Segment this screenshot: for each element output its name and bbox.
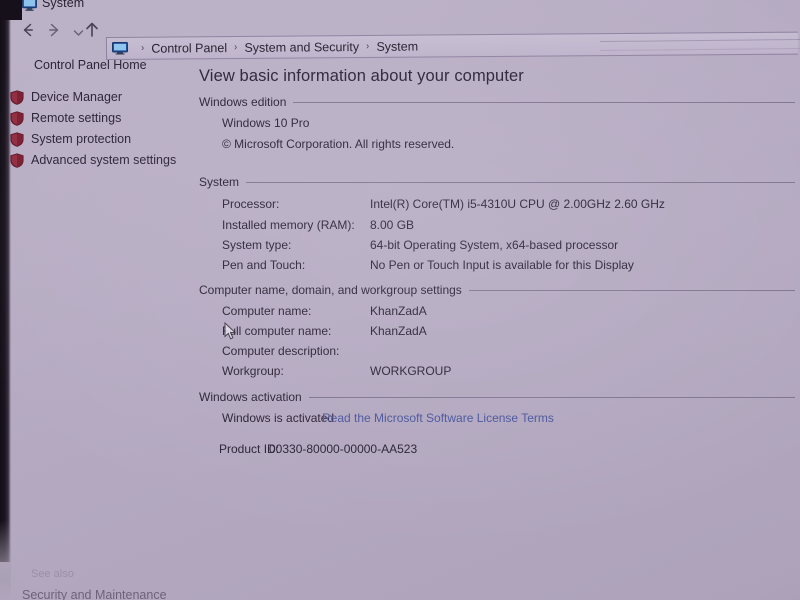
breadcrumb-item-system-and-security[interactable]: System and Security — [243, 40, 360, 55]
arrow-right-icon — [49, 23, 59, 37]
section-heading-label: Computer name, domain, and workgroup set… — [199, 283, 462, 297]
see-also-item-security-and-maintenance[interactable]: Security and Maintenance — [22, 588, 167, 600]
windows-edition-copyright: © Microsoft Corporation. All rights rese… — [222, 137, 455, 151]
forward-button[interactable] — [44, 21, 64, 41]
license-terms-link[interactable]: Read the Microsoft Software License Term… — [322, 411, 554, 425]
sidebar-item-label: Device Manager — [31, 90, 123, 104]
see-also-heading: See also — [31, 568, 74, 580]
product-id-value: 00330-80000-00000-AA523 — [269, 442, 418, 456]
page-title: View basic information about your comput… — [199, 67, 524, 85]
row-label: Full computer name: — [222, 324, 332, 338]
row-label: System type: — [222, 238, 292, 252]
sidebar-item-control-panel-home[interactable]: Control Panel Home — [34, 58, 147, 72]
section-rule — [468, 289, 795, 291]
arrow-up-icon — [86, 22, 98, 37]
row-value: KhanZadA — [370, 304, 427, 318]
breadcrumb-separator: › — [141, 42, 145, 54]
row-label: Installed memory (RAM): — [222, 218, 355, 232]
monitor-icon — [22, 0, 37, 11]
row-value: No Pen or Touch Input is available for t… — [370, 258, 634, 272]
system-control-panel-window: System › Control Panel › System and Secu… — [0, 0, 800, 600]
mouse-cursor — [224, 322, 237, 340]
section-heading-computer-name: Computer name, domain, and workgroup set… — [199, 283, 795, 297]
row-value: KhanZadA — [370, 324, 427, 338]
section-rule — [246, 181, 795, 183]
sidebar-item-device-manager[interactable]: Device Manager — [10, 87, 122, 107]
sidebar-item-system-protection[interactable]: System protection — [10, 129, 131, 149]
sidebar-item-label: System protection — [31, 132, 132, 146]
bezel-corner — [0, 0, 22, 20]
sidebar-item-label: Advanced system settings — [31, 153, 177, 167]
sidebar-item-label: Remote settings — [31, 111, 122, 125]
title-bar: System — [0, 0, 800, 16]
row-value: 64-bit Operating System, x64-based proce… — [370, 238, 619, 252]
windows-edition-name: Windows 10 Pro — [222, 116, 310, 130]
section-heading-windows-activation: Windows activation — [199, 390, 795, 404]
up-button[interactable] — [82, 20, 102, 40]
breadcrumb-item-control-panel[interactable]: Control Panel — [150, 41, 228, 56]
sidebar-item-remote-settings[interactable]: Remote settings — [10, 108, 121, 128]
section-rule — [308, 396, 795, 398]
breadcrumb-item-system[interactable]: System — [375, 39, 419, 53]
sidebar: Control Panel Home Device Manager Remote… — [0, 52, 196, 572]
navigation-toolbar: › Control Panel › System and Security › … — [0, 17, 800, 60]
monitor-bezel-fade — [0, 520, 11, 600]
section-rule — [293, 101, 795, 103]
section-heading-label: Windows activation — [199, 390, 302, 404]
monitor-bezel-left — [0, 0, 11, 562]
row-value: 8.00 GB — [370, 218, 415, 232]
section-heading-system: System — [199, 175, 795, 189]
shield-icon — [10, 152, 24, 168]
row-value: WORKGROUP — [370, 364, 452, 378]
monitor-icon — [111, 41, 129, 55]
arrow-left-icon — [23, 23, 33, 37]
shield-icon — [10, 89, 24, 105]
row-label: Processor: — [222, 197, 280, 211]
row-label: Workgroup: — [222, 364, 284, 378]
section-heading-label: System — [199, 175, 240, 189]
shield-icon — [10, 131, 24, 147]
shield-icon — [10, 110, 24, 126]
row-label: Computer description: — [222, 344, 340, 358]
sidebar-item-advanced-system-settings[interactable]: Advanced system settings — [10, 150, 176, 170]
window-title: System — [42, 0, 85, 10]
section-heading-label: Windows edition — [199, 95, 287, 109]
breadcrumb-separator: › — [366, 40, 370, 52]
breadcrumb-separator: › — [234, 41, 238, 53]
activation-status: Windows is activated — [222, 411, 335, 425]
row-label: Pen and Touch: — [222, 258, 306, 272]
section-heading-windows-edition: Windows edition — [199, 95, 795, 109]
row-value: Intel(R) Core(TM) i5-4310U CPU @ 2.00GHz… — [370, 197, 665, 211]
row-label: Computer name: — [222, 304, 312, 318]
back-button[interactable] — [18, 21, 38, 41]
main-content: View basic information about your comput… — [196, 52, 800, 600]
